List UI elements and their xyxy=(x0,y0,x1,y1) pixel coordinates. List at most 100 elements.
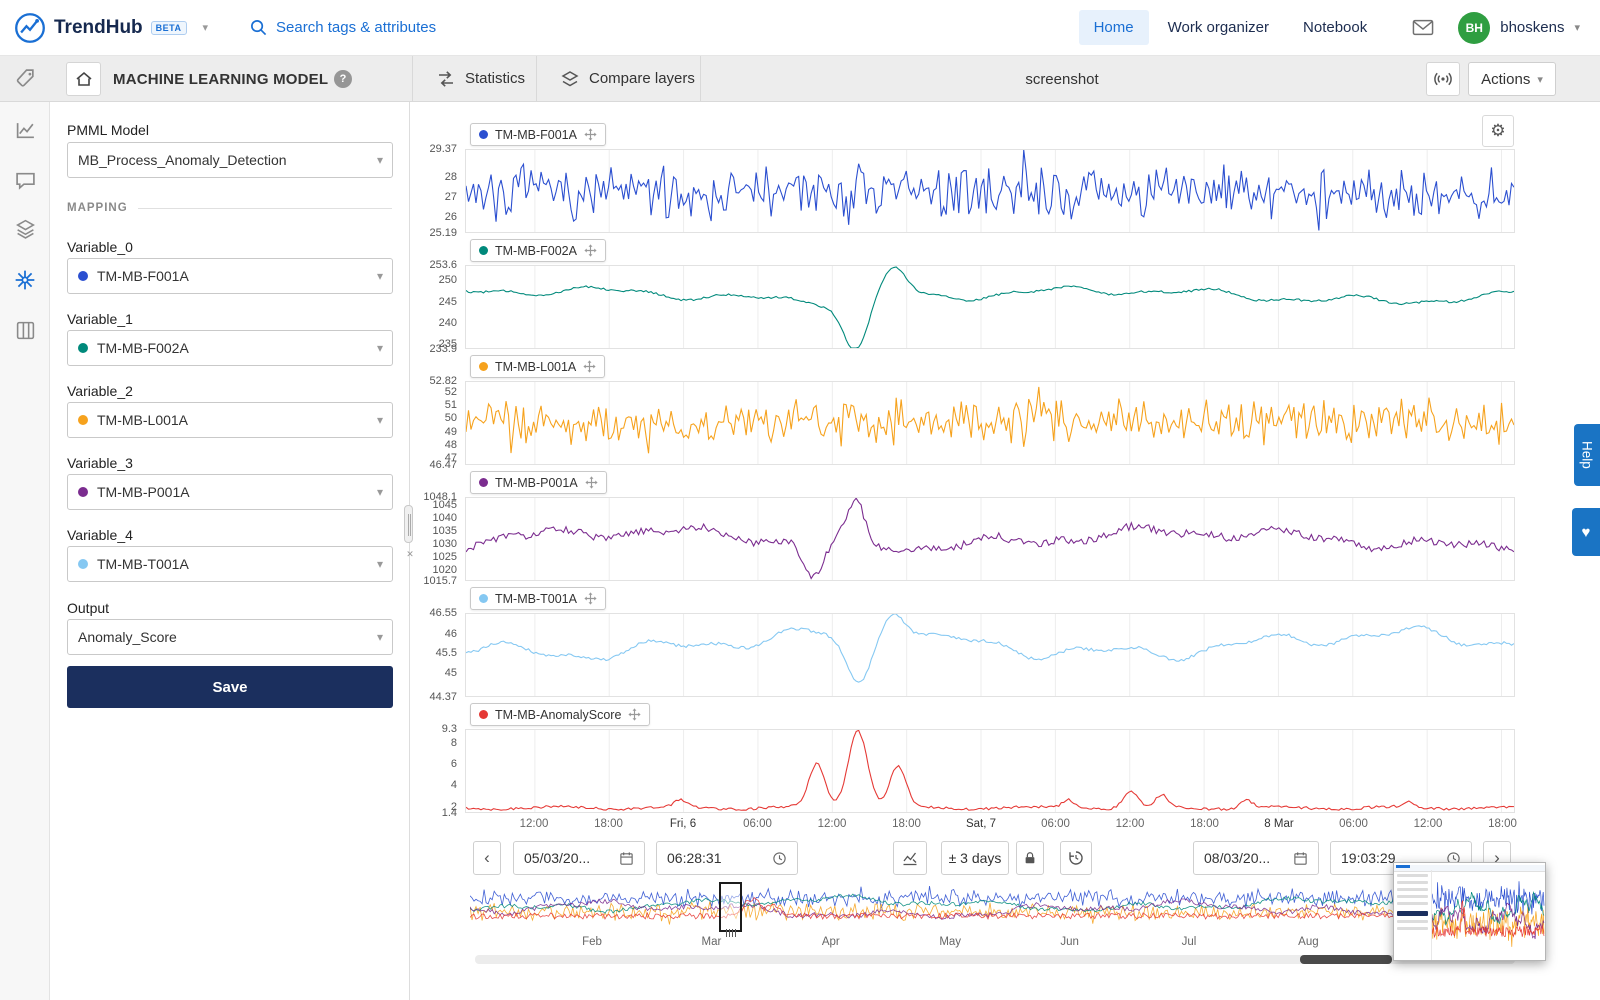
tag-chip[interactable]: TM-MB-P001A xyxy=(470,471,607,494)
y-tick-label: 8 xyxy=(451,737,457,749)
tag-chip[interactable]: TM-MB-F002A xyxy=(470,239,606,262)
dashboard-rail-button[interactable] xyxy=(14,319,36,341)
mail-button[interactable] xyxy=(1412,19,1434,36)
nav-notebook[interactable]: Notebook xyxy=(1288,10,1382,45)
actions-button[interactable]: Actions ▾ xyxy=(1468,62,1556,96)
plot-area[interactable] xyxy=(465,381,1515,465)
heart-icon: ♥ xyxy=(1582,524,1591,541)
tag-chip[interactable]: TM-MB-T001A xyxy=(470,587,606,610)
move-icon[interactable] xyxy=(585,476,598,489)
y-tick-label: 44.37 xyxy=(429,691,457,703)
lock-range-button[interactable] xyxy=(1016,841,1044,875)
series-color-dot xyxy=(479,710,488,719)
plot-area[interactable] xyxy=(465,613,1515,697)
end-date-field[interactable]: 08/03/20... xyxy=(1193,841,1319,875)
step-back-button[interactable]: ‹ xyxy=(473,841,501,875)
scrollbar-thumb[interactable] xyxy=(1300,955,1392,964)
series-color-dot xyxy=(78,487,88,497)
context-overview-strip[interactable] xyxy=(470,884,1516,930)
variable-3-select[interactable]: TM-MB-P001A ▾ xyxy=(67,474,393,510)
y-tick-label: 46.55 xyxy=(429,607,457,619)
y-tick-label: 45.5 xyxy=(436,647,457,659)
ml-hub-rail-button-active[interactable] xyxy=(14,269,36,291)
move-icon[interactable] xyxy=(584,128,597,141)
variable-0-select[interactable]: TM-MB-F001A ▾ xyxy=(67,258,393,294)
series-color-dot xyxy=(479,362,488,371)
variable-1-select[interactable]: TM-MB-F002A ▾ xyxy=(67,330,393,366)
x-tick-label: Fri, 6 xyxy=(670,818,696,830)
layers-rail-button[interactable] xyxy=(14,217,36,239)
plot-area[interactable] xyxy=(465,497,1515,581)
history-button[interactable] xyxy=(1060,841,1092,875)
plot-area[interactable] xyxy=(465,265,1515,349)
panel-resize-handle[interactable] xyxy=(404,505,413,543)
move-icon[interactable] xyxy=(628,708,641,721)
pmml-model-select[interactable]: MB_Process_Anomaly_Detection ▾ xyxy=(67,142,393,178)
nav-work-organizer[interactable]: Work organizer xyxy=(1153,10,1284,45)
time-range-button[interactable]: ± 3 days xyxy=(941,841,1009,875)
output-select[interactable]: Anomaly_Score ▾ xyxy=(67,619,393,655)
history-icon xyxy=(1068,850,1084,866)
screenshot-preview-thumbnail[interactable] xyxy=(1393,862,1546,961)
plot-area[interactable] xyxy=(465,729,1515,813)
chevron-down-icon[interactable]: ▾ xyxy=(203,21,209,34)
chart-tools-button[interactable] xyxy=(893,841,927,875)
avatar[interactable]: BH xyxy=(1458,12,1490,44)
context-month-label: Mar xyxy=(701,936,721,948)
move-icon[interactable] xyxy=(584,244,597,257)
search-input[interactable]: Search tags & attributes xyxy=(250,19,436,36)
variable-2-select[interactable]: TM-MB-L001A ▾ xyxy=(67,402,393,438)
context-selection-window[interactable] xyxy=(719,882,742,932)
nav-home[interactable]: Home xyxy=(1079,10,1149,45)
start-time-field[interactable]: 06:28:31 xyxy=(656,841,798,875)
variable-4-select[interactable]: TM-MB-T001A ▾ xyxy=(67,546,393,582)
context-month-label: Feb xyxy=(582,936,602,948)
brand-name: TrendHub xyxy=(54,17,143,39)
compare-layers-label: Compare layers xyxy=(589,70,695,87)
y-tick-label: 28 xyxy=(445,171,457,183)
tag-icon[interactable] xyxy=(15,68,36,94)
series-color-dot xyxy=(479,246,488,255)
compare-layers-button[interactable]: Compare layers xyxy=(544,56,711,101)
variable-1-value: TM-MB-F002A xyxy=(97,340,189,356)
feedback-heart-button[interactable]: ♥ xyxy=(1572,508,1600,556)
x-tick-label: 06:00 xyxy=(1339,818,1368,830)
swap-arrows-icon xyxy=(436,69,456,89)
username[interactable]: bhoskens xyxy=(1500,19,1564,36)
trendhub-logo[interactable]: TrendHub BETA ▾ xyxy=(0,12,208,44)
chart-row-f002a: TM-MB-F002A 253.6250245240235233.9 xyxy=(412,239,1516,355)
plot-area[interactable] xyxy=(465,149,1515,233)
start-date-field[interactable]: 05/03/20... xyxy=(513,841,645,875)
comments-rail-button[interactable] xyxy=(14,169,36,191)
tag-label: TM-MB-L001A xyxy=(495,360,576,374)
save-button[interactable]: Save xyxy=(67,666,393,708)
horizontal-scrollbar[interactable] xyxy=(475,955,1515,964)
series-color-dot xyxy=(479,594,488,603)
broadcast-icon xyxy=(1433,69,1453,89)
context-sparklines xyxy=(470,884,1516,930)
ml-model-panel: PMML Model MB_Process_Anomaly_Detection … xyxy=(50,102,410,1000)
trendhub-app: TrendHub BETA ▾ Search tags & attributes… xyxy=(0,0,1600,1000)
top-bar: TrendHub BETA ▾ Search tags & attributes… xyxy=(0,0,1600,56)
variable-2-value: TM-MB-L001A xyxy=(97,412,188,428)
title-help-button[interactable]: ? xyxy=(334,70,352,88)
tag-chip[interactable]: TM-MB-F001A xyxy=(470,123,606,146)
panel-collapse-button[interactable]: ✕ xyxy=(404,548,416,560)
user-menu-caret-icon[interactable]: ▾ xyxy=(1574,21,1580,34)
statistics-button[interactable]: Statistics xyxy=(420,56,541,101)
tag-chip[interactable]: TM-MB-L001A xyxy=(470,355,605,378)
help-tab[interactable]: Help xyxy=(1574,424,1600,486)
home-button[interactable] xyxy=(66,62,101,96)
trends-rail-button[interactable] xyxy=(14,119,36,141)
chevron-down-icon: ▾ xyxy=(377,153,383,167)
tag-chip[interactable]: TM-MB-AnomalyScore xyxy=(470,703,650,726)
chevron-down-icon: ▾ xyxy=(377,557,383,571)
move-icon[interactable] xyxy=(583,360,596,373)
y-tick-label: 1015.7 xyxy=(423,575,457,587)
start-time-value: 06:28:31 xyxy=(667,850,722,866)
move-icon[interactable] xyxy=(584,592,597,605)
x-tick-label: 18:00 xyxy=(1190,818,1219,830)
live-mode-button[interactable] xyxy=(1426,62,1460,96)
y-axis: 253.6250245240235233.9 xyxy=(412,265,461,349)
calendar-icon xyxy=(1293,851,1308,866)
